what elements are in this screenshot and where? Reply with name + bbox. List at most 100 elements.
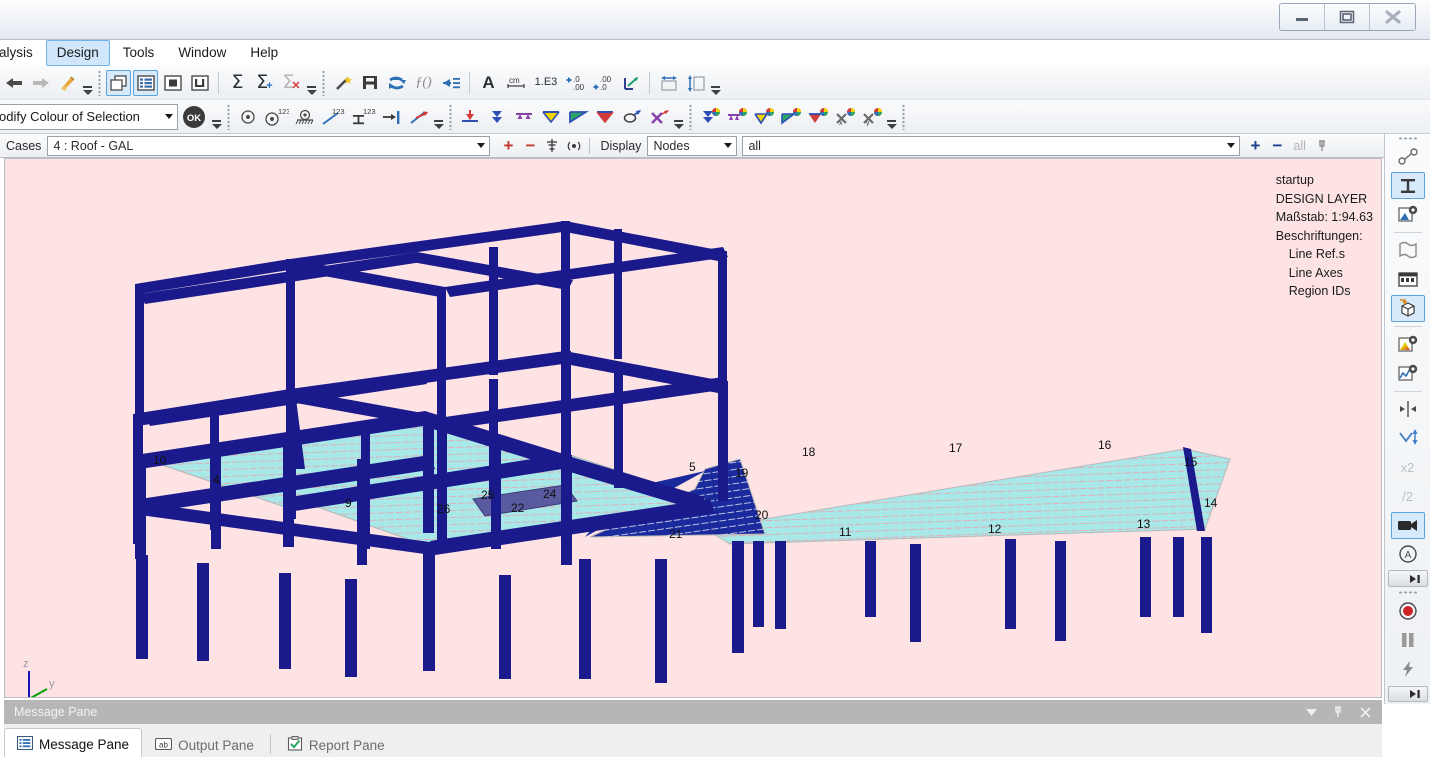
minimize-button[interactable] [1280,4,1325,30]
case-broadcast-icon[interactable] [564,136,584,156]
exponent-1e3-icon[interactable]: 1.E3 [530,70,562,96]
menu-item-design[interactable]: Design [45,39,110,66]
support-icon[interactable] [292,104,317,130]
rail-grip-lower[interactable] [1393,589,1423,597]
forward-arrow-icon[interactable] [28,70,53,96]
toolbar1-overflow-3[interactable] [709,69,722,97]
sigma-delete-icon[interactable]: Σ ✕ [279,70,304,96]
deflection-red-icon[interactable] [592,104,617,130]
tab-report-pane[interactable]: Report Pane [274,730,398,760]
case-combine-icon[interactable] [542,136,562,156]
red-blue-vector-icon[interactable] [406,104,431,130]
list-view-icon[interactable] [133,69,158,96]
display-combo[interactable]: Nodes [647,135,738,156]
mirror-snap-icon[interactable] [1391,396,1425,423]
toolbar2-grip-3[interactable] [687,103,694,130]
sigma-plus-icon[interactable]: Σ + [252,70,277,96]
fit-horizontal-icon[interactable] [656,70,681,96]
section-number-icon[interactable]: 123 [349,104,377,130]
case-combo-arrow[interactable] [473,137,489,155]
model-canvas[interactable]: 4 9 10 22 24 25 26 5 19 20 21 11 12 13 1… [5,159,1382,698]
colour-y-icon[interactable]: y [859,104,884,130]
scale-half-icon[interactable]: /2 [1391,483,1425,510]
filter-combo[interactable]: all [742,135,1241,156]
torsion-icon[interactable] [619,104,644,130]
filter-add-button[interactable]: + [1245,136,1265,156]
back-arrow-icon[interactable] [1,70,26,96]
colour-load-down-icon[interactable] [697,104,722,130]
node-line-tool-icon[interactable] [1391,143,1425,170]
toolbar1-grip-3[interactable] [320,69,327,96]
pin-icon[interactable] [1331,705,1345,719]
maximize-button[interactable] [1325,4,1370,30]
toolbar2-grip-4[interactable] [900,103,907,130]
sigma-icon[interactable]: Σ [225,70,250,96]
play-step-split-icon[interactable] [1387,570,1428,587]
deflection-arrow-icon[interactable] [1391,425,1425,452]
menu-item-window[interactable]: Window [167,40,237,66]
close-icon[interactable] [1358,705,1372,719]
colour-deflection-icon[interactable] [805,104,830,130]
broom-icon[interactable] [55,70,80,96]
lightning-icon[interactable] [1391,656,1425,683]
scale-times-two-icon[interactable]: x2 [1391,454,1425,481]
storey-stack-icon[interactable] [1391,266,1425,293]
copy-layers-icon[interactable] [106,69,131,96]
colour-moment-icon[interactable] [751,104,776,130]
indent-right-icon[interactable] [438,70,463,96]
magic-wand-icon[interactable] [330,70,355,96]
toolbar1-grip-2[interactable] [96,69,103,96]
menu-item-tools[interactable]: Tools [112,40,166,66]
moment-yellow-icon[interactable] [538,104,563,130]
toolbar1-overflow-1[interactable] [81,69,94,97]
model-viewport[interactable]: 4 9 10 22 24 25 26 5 19 20 21 11 12 13 1… [4,158,1382,698]
line-number-icon[interactable]: 123 [319,104,347,130]
case-combo[interactable]: 4 : Roof - GAL [47,135,491,156]
pin-icon[interactable] [1312,136,1332,156]
colour-palette-icon[interactable] [1391,331,1425,358]
toolbar2-overflow-1[interactable] [210,103,223,131]
node-number-icon[interactable]: 123 [262,104,290,130]
text-font-icon[interactable]: A [476,70,501,96]
play-step-split-bottom-icon[interactable] [1387,685,1428,703]
render-3d-box-icon[interactable] [1390,294,1425,322]
camera-video-icon[interactable] [1390,511,1425,539]
filter-remove-button[interactable]: − [1267,136,1287,156]
colour-support-icon[interactable] [724,104,749,130]
decrease-decimals-icon[interactable]: .00.0 [591,70,616,96]
function-icon[interactable]: ƒ() [411,70,436,96]
auto-mode-icon[interactable]: A [1391,541,1425,568]
beam-section-icon[interactable] [357,70,382,96]
arrow-to-line-icon[interactable] [379,104,404,130]
tab-output-pane[interactable]: ab Output Pane [142,730,267,760]
load-up-arrows-icon[interactable] [511,104,536,130]
filled-square-icon[interactable] [160,70,185,96]
tab-message-pane[interactable]: Message Pane [4,728,143,760]
add-case-button[interactable]: + [498,136,518,156]
node-point-icon[interactable] [235,104,260,130]
text-insert-tool-icon[interactable] [1390,172,1425,199]
colour-shear-icon[interactable] [778,104,803,130]
toolbar2-overflow-3[interactable] [672,103,685,131]
x-axis-result-icon[interactable] [646,104,671,130]
menu-item-help[interactable]: Help [239,40,289,66]
record-icon[interactable] [1391,598,1425,625]
rail-grip[interactable] [1393,134,1423,142]
toolbar2-overflow-2[interactable] [432,103,445,131]
shell-surface-icon[interactable] [1391,237,1425,264]
shear-green-icon[interactable] [565,104,590,130]
pause-icon[interactable] [1391,627,1425,654]
display-combo-arrow[interactable] [720,137,736,155]
line-settings-icon[interactable] [1391,360,1425,387]
load-double-down-icon[interactable] [484,104,509,130]
ok-button[interactable]: OK [179,104,209,130]
modify-colour-combo-arrow[interactable] [161,108,177,126]
filter-combo-arrow[interactable] [1223,137,1239,155]
fit-vertical-icon[interactable] [683,70,708,96]
menu-item-analysis[interactable]: alysis [0,40,44,66]
property-settings-icon[interactable] [1391,201,1425,228]
toolbar2-overflow-4[interactable] [885,103,898,131]
section-icon[interactable] [187,70,212,96]
colour-x-icon[interactable]: x [832,104,857,130]
increase-decimals-icon[interactable]: .0.00 [564,70,589,96]
